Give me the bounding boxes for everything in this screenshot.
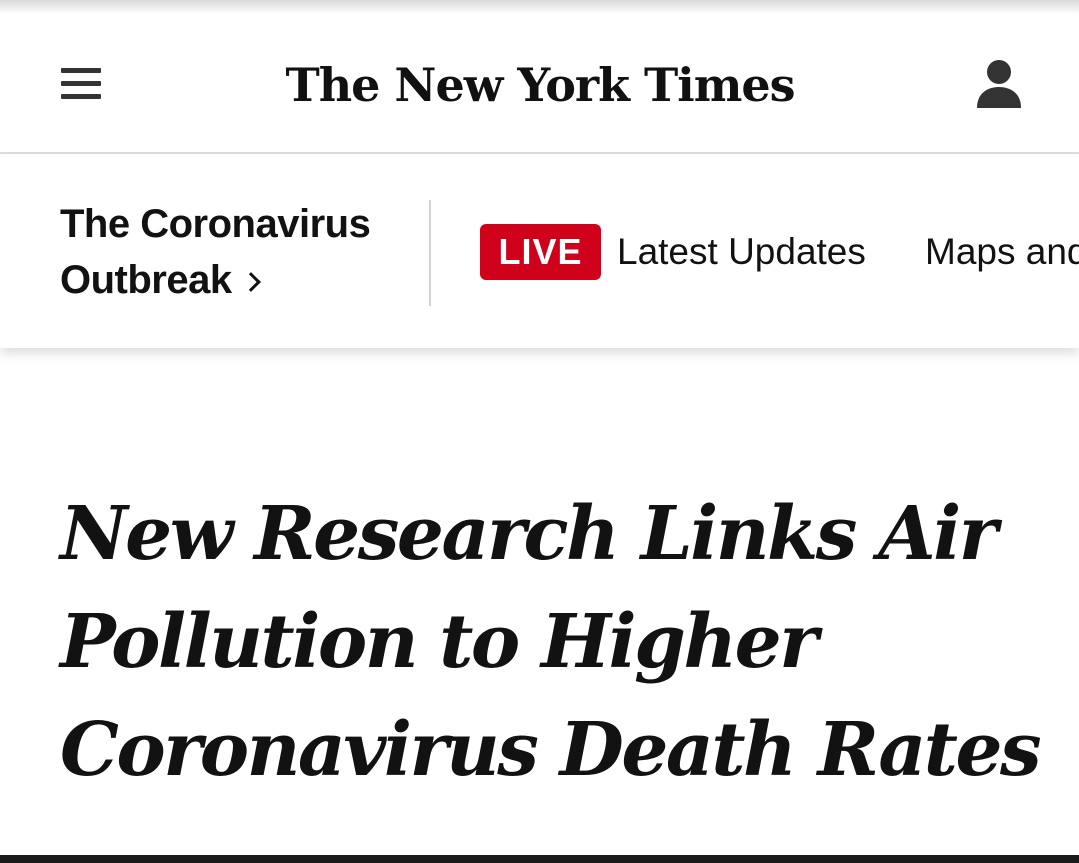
chevron-right-icon bbox=[240, 272, 261, 292]
maps-link[interactable]: Maps and bbox=[925, 228, 1079, 276]
top-shade bbox=[0, 0, 1079, 14]
user-account-icon[interactable] bbox=[972, 58, 1026, 112]
bottom-edge-bar bbox=[0, 855, 1079, 863]
nav-divider bbox=[429, 200, 431, 306]
section-title-line1: The Coronavirus bbox=[60, 202, 371, 246]
live-badge[interactable]: LIVE bbox=[480, 224, 601, 280]
latest-updates-link[interactable]: Latest Updates bbox=[617, 228, 866, 276]
article-headline: New Research Links Air Pollution to High… bbox=[60, 491, 1042, 793]
section-nav-bar: The Coronavirus Outbreak LIVE Latest Upd… bbox=[0, 154, 1079, 348]
coronavirus-section-link[interactable]: The Coronavirus Outbreak bbox=[60, 196, 410, 308]
nyt-logo[interactable]: The New York Times bbox=[285, 50, 795, 120]
hamburger-menu-icon[interactable] bbox=[58, 64, 104, 104]
section-title-line2: Outbreak bbox=[60, 258, 232, 302]
masthead: The New York Times bbox=[0, 14, 1079, 154]
